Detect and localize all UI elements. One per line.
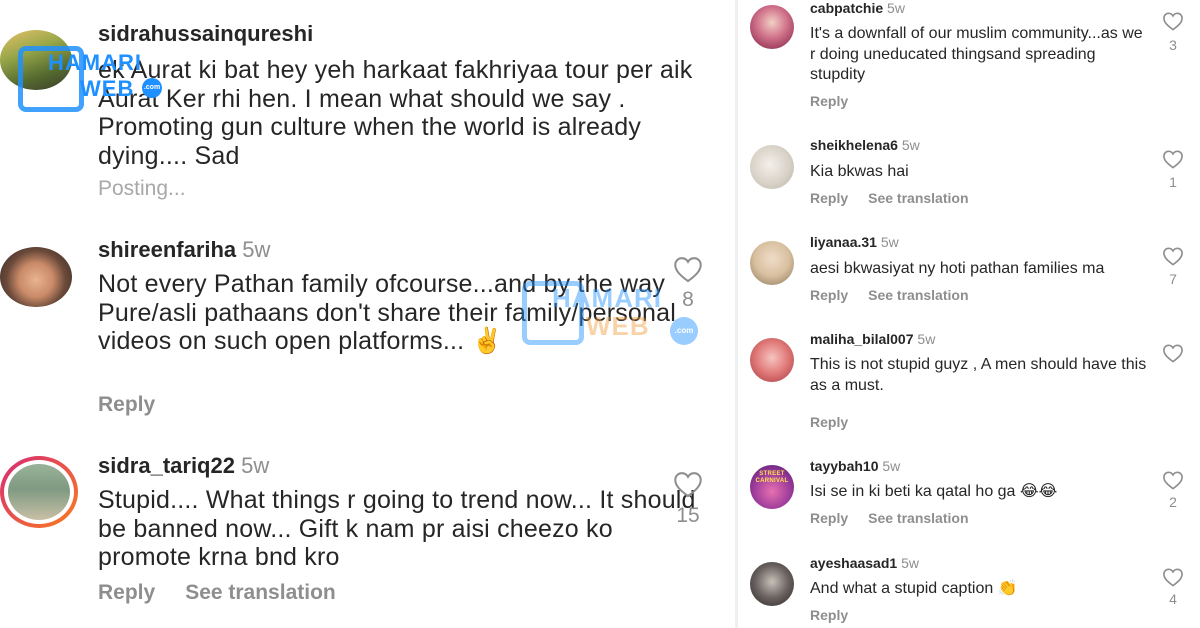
right-comments-panel: cabpatchie 5w It's a downfall of our mus… xyxy=(738,0,1200,628)
comment-actions: Reply See translation xyxy=(810,510,969,526)
like-count: 1 xyxy=(1169,174,1177,190)
comment-text: Kia bkwas hai xyxy=(810,163,909,180)
comment-actions: Reply xyxy=(810,414,848,430)
like-heart-icon[interactable] xyxy=(1162,11,1184,31)
like-count: 3 xyxy=(1169,37,1177,53)
comment-username[interactable]: sidrahussainqureshi xyxy=(98,21,313,47)
comment-actions: Reply xyxy=(810,93,848,109)
comment-text: Stupid.... What things r going to trend … xyxy=(98,486,696,571)
comment-username[interactable]: sheikhelena6 5w xyxy=(810,137,920,153)
comment-username[interactable]: cabpatchie 5w xyxy=(810,0,905,16)
like-heart-icon[interactable] xyxy=(1162,246,1184,266)
comment-actions: Reply See translation xyxy=(810,190,969,206)
like-heart-icon[interactable] xyxy=(1162,567,1184,587)
avatar[interactable]: STREET CARNIVAL xyxy=(750,465,794,509)
comment-text: ek Aurat ki bat hey yeh harkaat fakhriya… xyxy=(98,56,693,170)
avatar-badge-text: STREET CARNIVAL xyxy=(755,471,789,484)
avatar-story-ring[interactable] xyxy=(0,456,78,528)
comment-text: Isi se in ki beti ka qatal ho ga 😂😂 xyxy=(810,483,1058,500)
like-heart-icon[interactable] xyxy=(672,470,704,498)
see-translation-button[interactable]: See translation xyxy=(185,581,336,604)
comment-username[interactable]: liyanaa.31 5w xyxy=(810,234,899,250)
comment-time: 5w xyxy=(242,237,271,262)
comment-actions: Reply xyxy=(810,607,848,623)
posting-status: Posting... xyxy=(98,177,186,200)
reply-button[interactable]: Reply xyxy=(810,607,848,623)
reply-button[interactable]: Reply xyxy=(98,393,155,416)
comment-time: 5w xyxy=(901,137,920,153)
comment-time: 5w xyxy=(241,453,270,478)
like-heart-icon[interactable] xyxy=(1162,470,1184,490)
like-count: 7 xyxy=(1169,271,1177,287)
comment-text: And what a stupid caption 👏 xyxy=(810,580,1018,597)
like-count: 8 xyxy=(682,288,694,311)
comment-username[interactable]: tayybah10 5w xyxy=(810,458,900,474)
reply-button[interactable]: Reply xyxy=(810,414,848,430)
like-count: 4 xyxy=(1169,591,1177,607)
reply-button[interactable]: Reply xyxy=(98,581,155,604)
avatar[interactable] xyxy=(750,145,794,189)
left-comments-panel: sidrahussainqureshi ek Aurat ki bat hey … xyxy=(0,0,735,628)
comment-text: It's a downfall of our muslim community.… xyxy=(810,25,1143,83)
comment-username[interactable]: shireenfariha 5w xyxy=(98,237,270,263)
like-heart-icon[interactable] xyxy=(1162,343,1184,363)
comment-time: 5w xyxy=(901,555,919,571)
avatar[interactable] xyxy=(750,241,794,285)
avatar[interactable] xyxy=(0,247,72,307)
comment-time: 5w xyxy=(917,331,936,347)
avatar[interactable] xyxy=(750,338,794,382)
comment-username[interactable]: sidra_tariq22 5w xyxy=(98,453,269,479)
comment-text: aesi bkwasiyat ny hoti pathan families m… xyxy=(810,260,1105,277)
see-translation-button[interactable]: See translation xyxy=(868,287,968,303)
comment-actions: Reply See translation xyxy=(98,581,336,605)
comment-text: Not every Pathan family ofcourse...and b… xyxy=(98,270,676,355)
reply-button[interactable]: Reply xyxy=(810,287,848,303)
like-heart-icon[interactable] xyxy=(1162,149,1184,169)
reply-button[interactable]: Reply xyxy=(810,510,848,526)
comment-actions: Reply xyxy=(98,393,155,417)
avatar[interactable] xyxy=(750,5,794,49)
comment-actions: Reply See translation xyxy=(810,287,969,303)
like-count: 2 xyxy=(1169,494,1177,510)
avatar[interactable] xyxy=(750,562,794,606)
like-heart-icon[interactable] xyxy=(672,255,704,283)
comment-text: This is not stupid guyz , A men should h… xyxy=(810,356,1147,394)
comment-username[interactable]: maliha_bilal007 5w xyxy=(810,331,935,347)
avatar[interactable] xyxy=(0,30,72,90)
reply-button[interactable]: Reply xyxy=(810,190,848,206)
reply-button[interactable]: Reply xyxy=(810,93,848,109)
comment-username[interactable]: ayeshaasad1 5w xyxy=(810,555,919,571)
comment-time: 5w xyxy=(887,0,905,16)
comment-time: 5w xyxy=(882,458,901,474)
see-translation-button[interactable]: See translation xyxy=(868,190,968,206)
like-count: 15 xyxy=(676,504,700,527)
comment-status: Posting... xyxy=(98,177,186,201)
comment-time: 5w xyxy=(880,234,899,250)
see-translation-button[interactable]: See translation xyxy=(868,510,968,526)
